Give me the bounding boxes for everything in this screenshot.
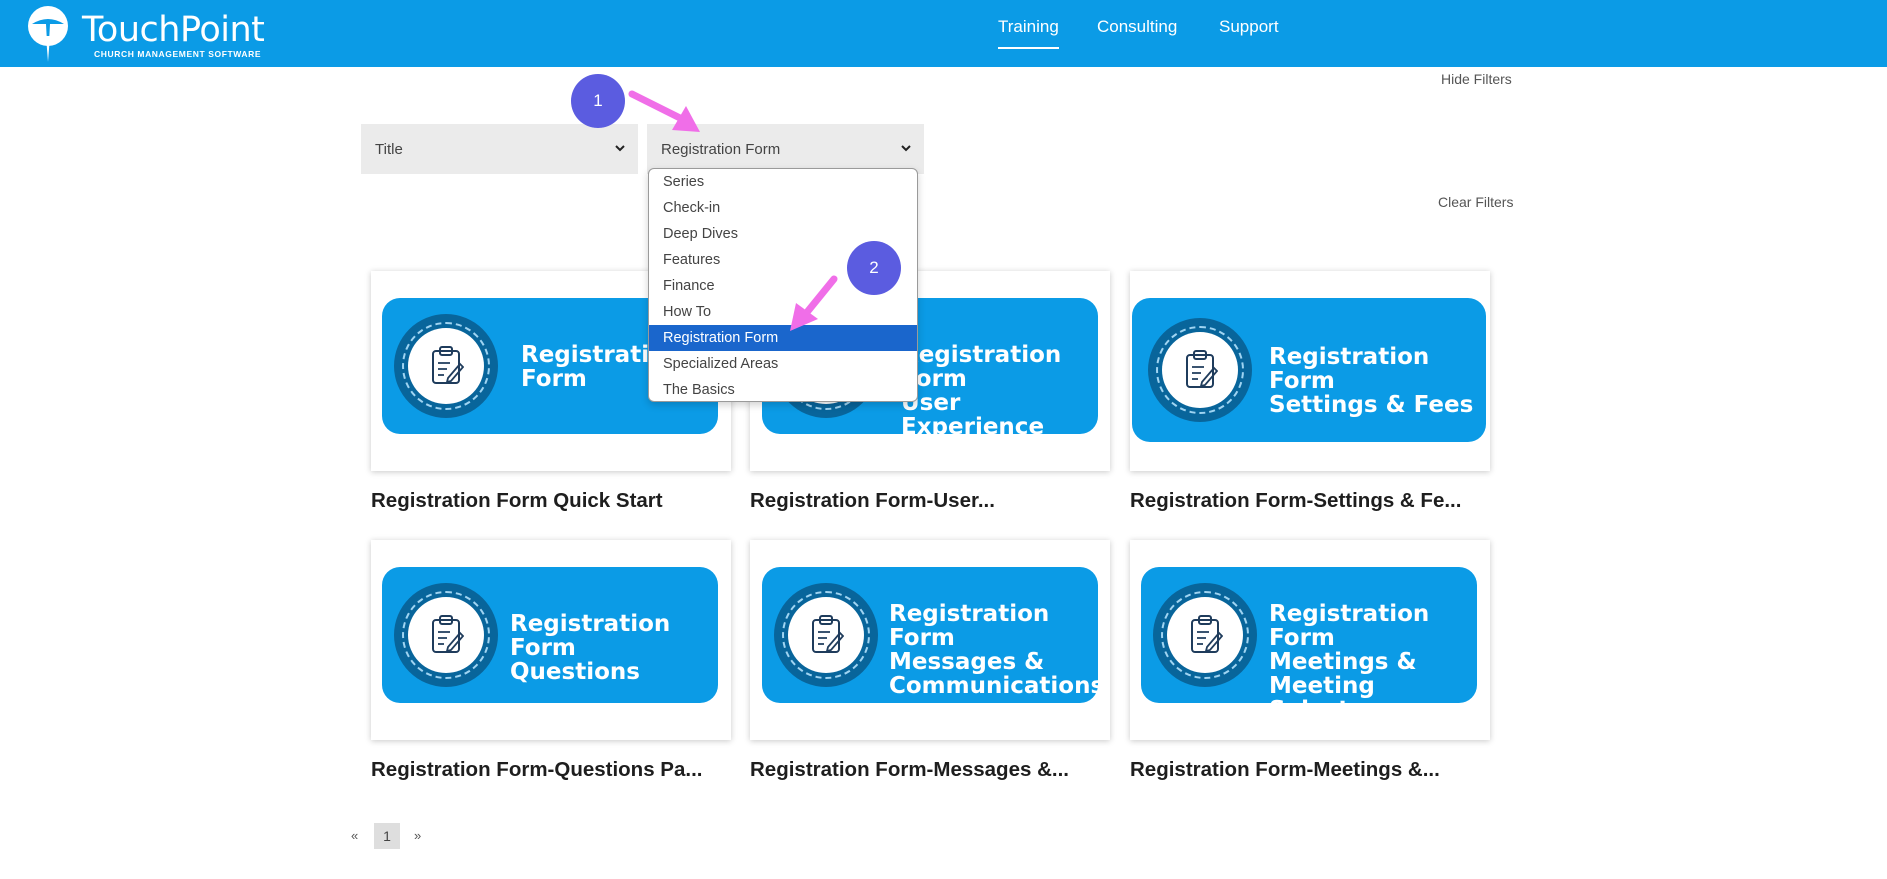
site-header: TouchPoint CHURCH MANAGEMENT SOFTWARE Tr… [0, 0, 1887, 67]
logo-icon [28, 6, 68, 62]
hide-filters-link[interactable]: Hide Filters [1441, 71, 1512, 87]
clipboard-badge [394, 583, 498, 687]
card-banner-text: Registration Form Meetings & Meeting Sel… [1269, 601, 1430, 723]
pagination-next[interactable]: » [414, 828, 421, 843]
card-thumbnail: Registration Form Questions [382, 567, 718, 703]
clipboard-icon [812, 615, 844, 653]
video-card[interactable]: Registration Form Settings & Fees [1130, 271, 1490, 471]
card-thumbnail: Registration Form Meetings & Meeting Sel… [1141, 567, 1477, 722]
card-banner-text: Registration Form Settings & Fees [1269, 344, 1474, 418]
step-marker-1: 1 [571, 74, 625, 128]
card-banner-text: Registration Form Messages & Communicati… [889, 601, 1105, 699]
clear-filters-link[interactable]: Clear Filters [1438, 194, 1513, 210]
card-banner-text: Registration Form Questions [510, 611, 671, 685]
sort-select[interactable]: Title [361, 124, 638, 174]
card-banner-text: Registration Form User Experience [901, 342, 1062, 440]
card-title-link[interactable]: Registration Form-Meetings &... [1130, 758, 1440, 782]
clipboard-icon [1191, 615, 1223, 653]
touchpoint-logo[interactable]: TouchPoint CHURCH MANAGEMENT SOFTWARE [26, 4, 276, 62]
clipboard-icon [432, 346, 464, 384]
chevron-down-icon [901, 145, 911, 152]
card-title-link[interactable]: Registration Form Quick Start [371, 489, 663, 513]
card-title-link[interactable]: Registration Form-User... [750, 489, 995, 513]
clipboard-badge [1153, 583, 1257, 687]
step-marker-2: 2 [847, 241, 901, 295]
dropdown-option-the-basics[interactable]: The Basics [649, 377, 917, 401]
nav-training[interactable]: Training [998, 17, 1059, 49]
clipboard-badge [1148, 318, 1252, 422]
nav-consulting[interactable]: Consulting [1097, 17, 1177, 37]
card-title-link[interactable]: Registration Form-Settings & Fe... [1130, 489, 1461, 513]
chevron-down-icon [615, 145, 625, 152]
logo-title: TouchPoint [82, 10, 265, 50]
arrow-annotation [628, 90, 700, 132]
arrow-annotation [790, 275, 838, 331]
card-title-link[interactable]: Registration Form-Messages &... [750, 758, 1069, 782]
dropdown-option-specialized-areas[interactable]: Specialized Areas [649, 351, 917, 377]
card-thumbnail: Registration Form Settings & Fees [1132, 298, 1486, 442]
clipboard-badge [774, 583, 878, 687]
nav-support[interactable]: Support [1219, 17, 1279, 37]
dropdown-option-series[interactable]: Series [649, 169, 917, 195]
clipboard-badge [394, 314, 498, 418]
card-thumbnail: Registration Form Messages & Communicati… [762, 567, 1104, 703]
clipboard-icon [1186, 350, 1218, 388]
card-title-link[interactable]: Registration Form-Questions Pa... [371, 758, 702, 782]
category-select-value: Registration Form [661, 140, 781, 158]
pagination-current-page[interactable]: 1 [374, 823, 400, 849]
pagination-prev[interactable]: « [351, 828, 358, 843]
video-card[interactable]: Registration Form Meetings & Meeting Sel… [1130, 540, 1490, 740]
video-card[interactable]: Registration Form Questions [371, 540, 731, 740]
logo-subtitle: CHURCH MANAGEMENT SOFTWARE [94, 49, 262, 59]
video-card[interactable]: Registration Form Messages & Communicati… [750, 540, 1110, 740]
clipboard-icon [432, 615, 464, 653]
dropdown-option-how-to[interactable]: How To [649, 299, 917, 325]
dropdown-option-check-in[interactable]: Check-in [649, 195, 917, 221]
sort-select-value: Title [375, 140, 403, 158]
dropdown-option-registration-form[interactable]: Registration Form [649, 325, 917, 351]
